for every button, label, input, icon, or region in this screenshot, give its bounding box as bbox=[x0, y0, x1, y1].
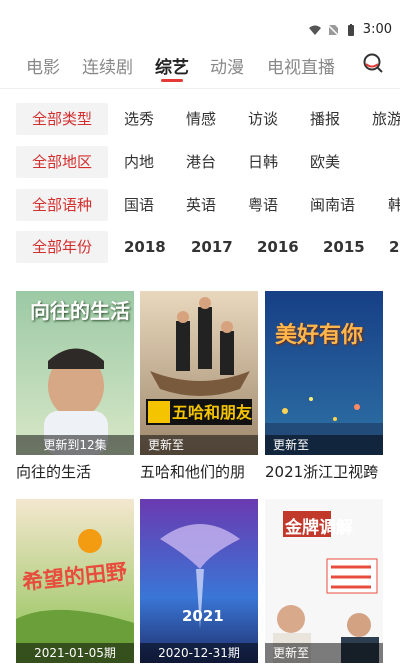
filter-option[interactable]: 播报 bbox=[310, 103, 340, 135]
filter-option[interactable]: 2017 bbox=[191, 231, 233, 263]
filter-option[interactable]: 英语 bbox=[186, 189, 216, 221]
episode-badge: 更新至 bbox=[265, 643, 383, 663]
show-card[interactable]: 金牌调解 更新至 bbox=[265, 499, 383, 669]
tab-series[interactable]: 连续剧 bbox=[82, 53, 133, 78]
filter-region-all[interactable]: 全部地区 bbox=[16, 146, 108, 178]
show-card[interactable]: 五哈和朋友 更新至 五哈和他们的朋 bbox=[140, 291, 258, 482]
show-title: 向往的生活 bbox=[16, 463, 92, 481]
tab-variety[interactable]: 综艺 bbox=[155, 53, 189, 78]
episode-badge: 更新至 bbox=[140, 435, 258, 455]
poster[interactable]: 美好有你 更新至 bbox=[265, 291, 383, 455]
show-card[interactable]: 希望的田野 2021-01-05期 bbox=[16, 499, 134, 669]
search-icon[interactable] bbox=[362, 52, 384, 74]
poster-image bbox=[140, 499, 258, 663]
show-card[interactable]: 2021 2020-12-31期 bbox=[140, 499, 258, 669]
poster-title-art: 五哈和朋友 bbox=[172, 403, 253, 422]
poster[interactable]: 希望的田野 2021-01-05期 bbox=[16, 499, 134, 663]
filter-option[interactable]: 2016 bbox=[257, 231, 299, 263]
episode-badge: 2021-01-05期 bbox=[16, 643, 134, 663]
filter-option[interactable]: 欧美 bbox=[310, 146, 340, 178]
filter-language-all[interactable]: 全部语种 bbox=[16, 189, 108, 221]
poster-title-art: 2021 bbox=[182, 607, 224, 625]
filter-option[interactable]: 内地 bbox=[124, 146, 154, 178]
poster[interactable]: 2021 2020-12-31期 bbox=[140, 499, 258, 663]
filter-option[interactable]: 情感 bbox=[186, 103, 216, 135]
filter-option[interactable]: 港台 bbox=[186, 146, 216, 178]
wifi-icon bbox=[308, 25, 321, 35]
active-tab-indicator bbox=[161, 79, 183, 82]
episode-badge: 更新至 bbox=[265, 435, 383, 455]
poster-title-art: 向往的生活 bbox=[30, 299, 130, 323]
filter-option[interactable]: 日韩 bbox=[248, 146, 278, 178]
show-card[interactable]: 美好有你 更新至 2021浙江卫视跨 bbox=[265, 291, 383, 482]
poster-image bbox=[140, 291, 258, 455]
tab-movie[interactable]: 电影 bbox=[26, 53, 60, 78]
category-tabs: 电影 连续剧 综艺 动漫 电视直播 bbox=[0, 50, 400, 90]
tabs-divider bbox=[0, 88, 400, 89]
show-card[interactable]: 向往的生活 更新到12集 向往的生活 bbox=[16, 291, 134, 482]
episode-badge: 2020-12-31期 bbox=[140, 643, 258, 663]
episode-badge: 更新到12集 bbox=[16, 435, 134, 455]
filter-option[interactable]: 旅游 bbox=[372, 103, 400, 135]
no-sim-icon bbox=[327, 23, 339, 36]
filter-option[interactable]: 2018 bbox=[124, 231, 166, 263]
filter-option[interactable]: 韩语 bbox=[388, 189, 400, 221]
filter-row-type: 全部类型 选秀 情感 访谈 播报 旅游 bbox=[0, 103, 400, 135]
filter-option[interactable]: 国语 bbox=[124, 189, 154, 221]
filter-row-language: 全部语种 国语 英语 粤语 闽南语 韩语 bbox=[0, 189, 400, 221]
poster-image bbox=[265, 291, 383, 455]
filter-row-region: 全部地区 内地 港台 日韩 欧美 bbox=[0, 146, 400, 178]
poster[interactable]: 五哈和朋友 更新至 bbox=[140, 291, 258, 455]
show-title: 2021浙江卫视跨 bbox=[265, 463, 379, 481]
filter-option[interactable]: 2014 bbox=[389, 231, 400, 263]
poster[interactable]: 金牌调解 更新至 bbox=[265, 499, 383, 663]
filter-option[interactable]: 闽南语 bbox=[310, 189, 355, 221]
poster-title-art: 金牌调解 bbox=[285, 518, 353, 538]
tab-live-tv[interactable]: 电视直播 bbox=[267, 53, 335, 78]
poster[interactable]: 向往的生活 更新到12集 bbox=[16, 291, 134, 455]
filter-option[interactable]: 2015 bbox=[323, 231, 365, 263]
show-title: 五哈和他们的朋 bbox=[140, 463, 246, 481]
poster-title-art: 美好有你 bbox=[275, 323, 364, 348]
filter-option[interactable]: 粤语 bbox=[248, 189, 278, 221]
tab-anime[interactable]: 动漫 bbox=[210, 53, 244, 78]
filter-option[interactable]: 访谈 bbox=[248, 103, 278, 135]
filter-year-all[interactable]: 全部年份 bbox=[16, 231, 108, 263]
clock: 3:00 bbox=[362, 22, 392, 37]
filter-row-year: 全部年份 2018 2017 2016 2015 2014 bbox=[0, 231, 400, 263]
status-bar: 3:00 bbox=[0, 0, 400, 40]
filter-option[interactable]: 选秀 bbox=[124, 103, 154, 135]
filter-type-all[interactable]: 全部类型 bbox=[16, 103, 108, 135]
battery-icon bbox=[347, 23, 354, 36]
